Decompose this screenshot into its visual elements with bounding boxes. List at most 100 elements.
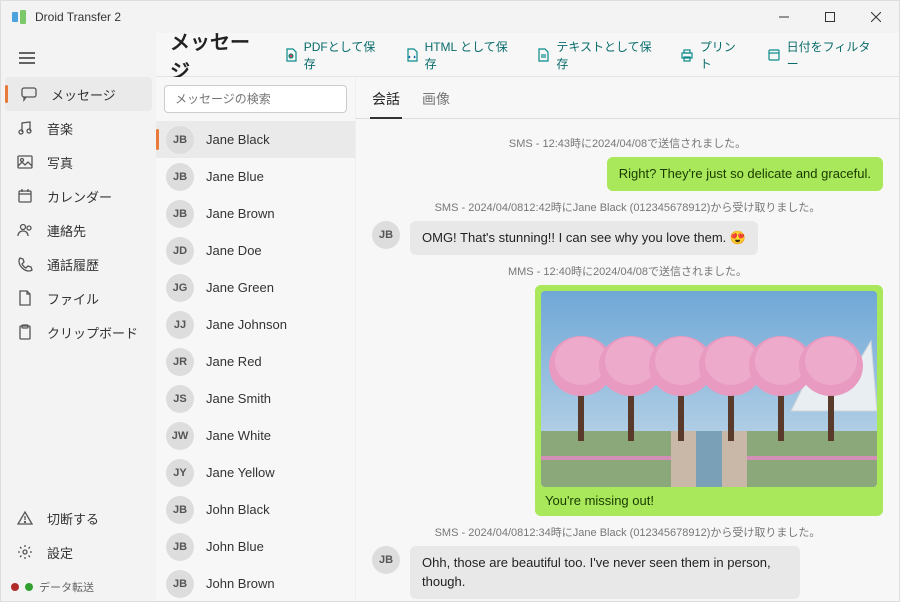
message-row-incoming: JBOhh, those are beautiful too. I've nev… — [372, 546, 883, 598]
nav-label: 写真 — [47, 153, 73, 172]
minimize-button[interactable] — [761, 1, 807, 33]
nav-label: メッセージ — [51, 85, 116, 104]
nav-item-file[interactable]: ファイル — [1, 281, 156, 315]
file-icon — [17, 290, 33, 306]
message-icon — [21, 86, 37, 102]
contacts-icon — [17, 222, 33, 238]
nav-label: 音楽 — [47, 119, 73, 138]
toolbar: メッセージ PDFとして保存HTML として保存テキストとして保存プリント日付を… — [156, 33, 899, 77]
conversation-item[interactable]: JDJane Doe — [156, 232, 355, 269]
conversation-item[interactable]: JR Jane Red — [156, 343, 355, 380]
toolbar-label: プリント — [700, 38, 745, 72]
music-icon — [17, 120, 33, 136]
nav-item-music[interactable]: 音楽 — [1, 111, 156, 145]
nav-item-photo[interactable]: 写真 — [1, 145, 156, 179]
nav-item-clipboard[interactable]: クリップボード — [1, 315, 156, 349]
nav-label: 通話履歴 — [47, 255, 99, 274]
maximize-button[interactable] — [807, 1, 853, 33]
conversation-item[interactable]: JYJane Yellow — [156, 454, 355, 491]
sidebar: メッセージ音楽写真カレンダー連絡先通話履歴ファイルクリップボード 切断する設定 … — [1, 33, 156, 601]
toolbar-label: テキストとして保存 — [556, 38, 657, 72]
avatar: JB — [166, 126, 194, 154]
toolbar-text-button[interactable]: テキストとして保存 — [528, 34, 665, 76]
toolbar-pdf-button[interactable]: PDFとして保存 — [276, 34, 391, 76]
nav-label: 切断する — [47, 509, 99, 528]
toolbar-filter-button[interactable]: 日付をフィルター — [759, 34, 885, 76]
nav-item-calendar[interactable]: カレンダー — [1, 179, 156, 213]
pdf-icon — [284, 48, 298, 62]
status-dot-green — [25, 583, 33, 591]
filter-icon — [767, 48, 781, 62]
toolbar-print-button[interactable]: プリント — [672, 34, 753, 76]
avatar: JB — [372, 221, 400, 249]
status-text: データ転送 — [39, 579, 94, 595]
close-button[interactable] — [853, 1, 899, 33]
chat-panel: 会話画像 SMS - 12:43時に2024/04/08で送信されました。 Rig… — [356, 77, 899, 601]
conversation-item[interactable]: JBJane Blue — [156, 158, 355, 195]
nav-footer-gear[interactable]: 設定 — [1, 535, 156, 569]
message-bubble: OMG! That's stunning!! I can see why you… — [410, 221, 758, 255]
conversation-item[interactable]: JG Jane Green — [156, 269, 355, 306]
toolbar-label: 日付をフィルター — [787, 38, 877, 72]
toolbar-html-button[interactable]: HTML として保存 — [397, 34, 523, 76]
conversation-item[interactable]: JS Jane Smith — [156, 380, 355, 417]
nav-item-message[interactable]: メッセージ — [5, 77, 152, 111]
conversation-item[interactable]: JJJane Johnson — [156, 306, 355, 343]
tabs: 会話画像 — [356, 77, 899, 119]
conversation-item[interactable]: JB John Brown — [156, 565, 355, 601]
nav-item-phone[interactable]: 通話履歴 — [1, 247, 156, 281]
avatar: JR — [166, 348, 194, 376]
conversation-name: Jane Yellow — [206, 465, 275, 480]
mms-bubble: You're missing out! — [535, 285, 883, 516]
conversation-item[interactable]: JBJane Black — [156, 121, 355, 158]
conversation-name: Jane Smith — [206, 391, 271, 406]
titlebar: Droid Transfer 2 — [1, 1, 899, 33]
tab[interactable]: 画像 — [420, 85, 452, 118]
print-icon — [680, 48, 694, 62]
avatar: JS — [166, 385, 194, 413]
conversation-panel: JBJane BlackJBJane BlueJBJane BrownJDJan… — [156, 77, 356, 601]
conversation-name: Jane White — [206, 428, 271, 443]
conversation-name: Jane Green — [206, 280, 274, 295]
message-list[interactable]: SMS - 12:43時に2024/04/08で送信されました。 Right? T… — [356, 119, 899, 601]
avatar: JB — [166, 533, 194, 561]
message-meta: SMS - 12:43時に2024/04/08で送信されました。 — [372, 135, 883, 151]
conversation-name: Jane Brown — [206, 206, 275, 221]
avatar: JB — [166, 163, 194, 191]
conversation-item[interactable]: JB John Blue — [156, 528, 355, 565]
search-input[interactable] — [164, 85, 347, 113]
message-bubble: Right? They're just so delicate and grac… — [607, 157, 883, 191]
conversation-name: John Brown — [206, 576, 275, 591]
hamburger-button[interactable] — [7, 39, 47, 77]
avatar: JB — [166, 200, 194, 228]
avatar: JB — [166, 570, 194, 598]
nav-footer-warning[interactable]: 切断する — [1, 501, 156, 535]
nav-item-contacts[interactable]: 連絡先 — [1, 213, 156, 247]
app-title: Droid Transfer 2 — [35, 10, 121, 24]
conversation-list[interactable]: JBJane BlackJBJane BlueJBJane BrownJDJan… — [156, 121, 355, 601]
conversation-name: John Blue — [206, 539, 264, 554]
tab[interactable]: 会話 — [370, 85, 402, 119]
conversation-item[interactable]: JWJane White — [156, 417, 355, 454]
conversation-name: John Black — [206, 502, 270, 517]
avatar: JG — [166, 274, 194, 302]
conversation-name: Jane Red — [206, 354, 262, 369]
phone-icon — [17, 256, 33, 272]
mms-caption: You're missing out! — [541, 487, 877, 510]
mms-image[interactable] — [541, 291, 877, 487]
status-bar: データ転送 — [1, 573, 156, 601]
message-row-incoming: JB OMG! That's stunning!! I can see why y… — [372, 221, 883, 255]
conversation-item[interactable]: JB Jane Brown — [156, 195, 355, 232]
app-icon — [11, 9, 27, 25]
conversation-name: Jane Johnson — [206, 317, 287, 332]
page-title: メッセージ — [170, 26, 266, 84]
conversation-item[interactable]: JBJohn Black — [156, 491, 355, 528]
message-row-outgoing: Right? They're just so delicate and grac… — [372, 157, 883, 191]
avatar: JD — [166, 237, 194, 265]
nav-label: カレンダー — [47, 187, 112, 206]
html-icon — [405, 48, 419, 62]
message-bubble: Ohh, those are beautiful too. I've never… — [410, 546, 800, 598]
warning-icon — [17, 510, 33, 526]
nav-label: クリップボード — [47, 323, 138, 342]
message-meta: SMS - 2024/04/0812:34時にJane Black (01234… — [372, 524, 883, 540]
